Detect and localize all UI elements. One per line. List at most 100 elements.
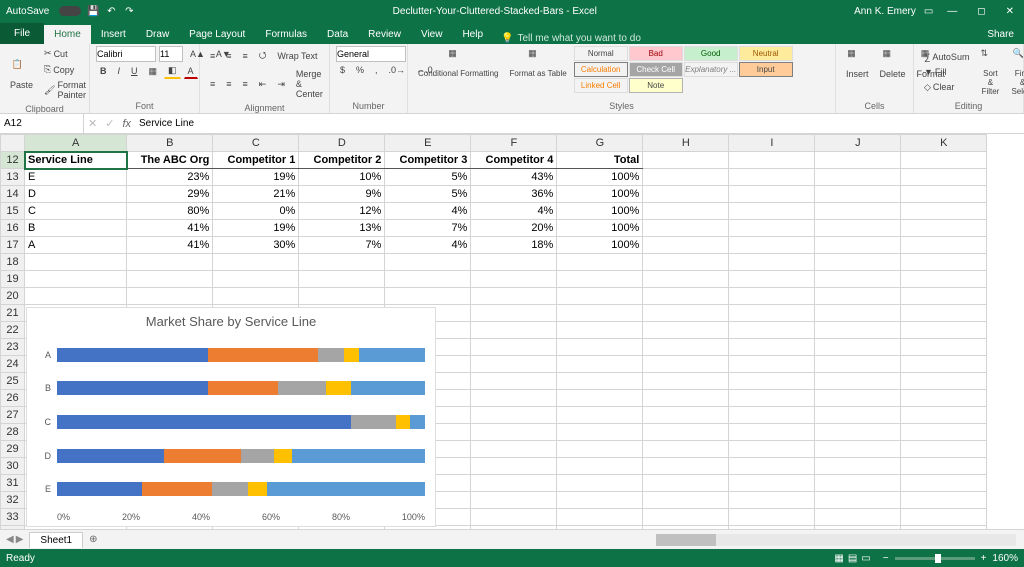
cell[interactable]: 4% <box>471 203 557 220</box>
page-layout-view[interactable]: ▤ <box>848 553 857 564</box>
cell-styles-gallery[interactable]: Normal Bad Good Neutral Calculation Chec… <box>574 46 793 93</box>
cell[interactable] <box>729 305 815 322</box>
cell[interactable] <box>729 322 815 339</box>
cell[interactable]: 12% <box>299 203 385 220</box>
cell[interactable] <box>557 441 643 458</box>
cell[interactable] <box>471 458 557 475</box>
cell[interactable] <box>557 492 643 509</box>
cell[interactable] <box>385 254 471 271</box>
cell[interactable] <box>729 475 815 492</box>
style-neutral[interactable]: Neutral <box>739 46 793 61</box>
cell[interactable] <box>901 492 987 509</box>
cell[interactable] <box>471 373 557 390</box>
currency[interactable]: $ <box>336 63 349 77</box>
cell[interactable] <box>729 390 815 407</box>
cell[interactable] <box>901 169 987 186</box>
cell[interactable] <box>901 237 987 254</box>
cell[interactable]: 9% <box>299 186 385 203</box>
cell[interactable]: 5% <box>385 169 471 186</box>
format-as-table[interactable]: ▦Format as Table <box>505 46 570 80</box>
row-header[interactable]: 27 <box>1 407 25 424</box>
cell[interactable] <box>729 526 815 530</box>
cell[interactable] <box>815 271 901 288</box>
cancel-icon[interactable]: ✕ <box>88 117 97 130</box>
cell[interactable] <box>557 271 643 288</box>
cell[interactable] <box>815 186 901 203</box>
row-header[interactable]: 20 <box>1 288 25 305</box>
cell[interactable] <box>901 152 987 169</box>
cell[interactable] <box>815 322 901 339</box>
cell[interactable] <box>299 288 385 305</box>
indent-dec[interactable]: ⇤ <box>255 77 271 92</box>
style-calculation[interactable]: Calculation <box>574 62 628 77</box>
cell[interactable] <box>901 203 987 220</box>
style-input[interactable]: Input <box>739 62 793 77</box>
cell[interactable] <box>471 424 557 441</box>
tab-formulas[interactable]: Formulas <box>255 25 317 44</box>
cell[interactable]: 20% <box>471 220 557 237</box>
paste-button[interactable]: 📋 Paste <box>6 57 37 92</box>
cell[interactable] <box>729 458 815 475</box>
style-good[interactable]: Good <box>684 46 738 61</box>
col-header[interactable]: F <box>471 135 557 152</box>
cell[interactable]: A <box>25 237 127 254</box>
cell[interactable]: Competitor 2 <box>299 152 385 169</box>
cell[interactable] <box>643 492 729 509</box>
col-header[interactable]: H <box>643 135 729 152</box>
cell[interactable]: 10% <box>299 169 385 186</box>
cell[interactable]: 5% <box>385 186 471 203</box>
cell[interactable]: 30% <box>213 237 299 254</box>
cell[interactable] <box>643 169 729 186</box>
save-icon[interactable]: 💾 <box>87 5 99 17</box>
font-color[interactable]: A <box>184 64 198 79</box>
row-header[interactable]: 16 <box>1 220 25 237</box>
cell[interactable] <box>815 390 901 407</box>
cell[interactable] <box>901 339 987 356</box>
cell[interactable] <box>643 424 729 441</box>
cell[interactable]: 21% <box>213 186 299 203</box>
cell[interactable] <box>213 254 299 271</box>
cell[interactable] <box>729 509 815 526</box>
cell[interactable] <box>729 492 815 509</box>
cell[interactable] <box>557 305 643 322</box>
cell[interactable] <box>643 186 729 203</box>
cell[interactable]: 100% <box>557 203 643 220</box>
cell[interactable] <box>901 220 987 237</box>
cell[interactable] <box>901 526 987 530</box>
number-format[interactable] <box>336 46 406 62</box>
cell[interactable] <box>815 305 901 322</box>
cell[interactable] <box>901 305 987 322</box>
cell[interactable]: B <box>25 220 127 237</box>
cell[interactable] <box>557 509 643 526</box>
tab-home[interactable]: Home <box>44 25 91 44</box>
cell[interactable] <box>127 254 213 271</box>
enter-icon[interactable]: ✓ <box>105 117 114 130</box>
row-header[interactable]: 31 <box>1 475 25 492</box>
cell[interactable] <box>643 441 729 458</box>
cell[interactable] <box>815 492 901 509</box>
cell[interactable] <box>643 220 729 237</box>
align-top[interactable]: ≡ <box>206 49 219 63</box>
cell[interactable] <box>471 475 557 492</box>
row-header[interactable]: 26 <box>1 390 25 407</box>
cell[interactable] <box>471 390 557 407</box>
page-break-view[interactable]: ▭ <box>861 553 870 564</box>
cell[interactable] <box>557 288 643 305</box>
cell[interactable] <box>815 441 901 458</box>
percent[interactable]: % <box>352 63 368 77</box>
cell[interactable]: 13% <box>299 220 385 237</box>
cell[interactable] <box>299 271 385 288</box>
maximize-button[interactable]: ◻ <box>971 6 991 17</box>
insert-cells[interactable]: ▦Insert <box>842 46 873 81</box>
cell[interactable] <box>729 220 815 237</box>
tab-scroll-right[interactable]: ▶ <box>16 534 24 545</box>
cell[interactable] <box>643 475 729 492</box>
cell[interactable]: 41% <box>127 220 213 237</box>
cell[interactable] <box>557 254 643 271</box>
row-header[interactable]: 23 <box>1 339 25 356</box>
cell[interactable] <box>729 339 815 356</box>
cell[interactable] <box>815 203 901 220</box>
tab-help[interactable]: Help <box>452 25 493 44</box>
col-header[interactable]: B <box>127 135 213 152</box>
cell[interactable] <box>557 407 643 424</box>
